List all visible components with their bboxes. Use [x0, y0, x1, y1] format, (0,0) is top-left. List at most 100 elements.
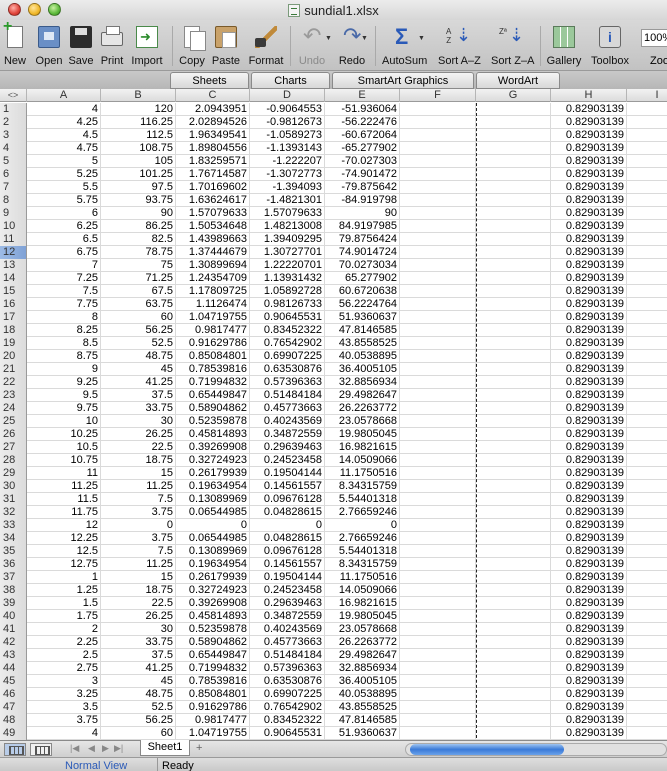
cell-a[interactable]: 4: [27, 727, 101, 740]
cell-c[interactable]: 0.9817477: [176, 714, 250, 727]
cell-c[interactable]: 0.45814893: [176, 428, 250, 441]
cell-e[interactable]: 47.8146585: [325, 324, 400, 337]
cell-h[interactable]: 0.82903139: [551, 155, 627, 168]
row-header[interactable]: 19: [0, 337, 27, 350]
cell-c[interactable]: 1.04719755: [176, 311, 250, 324]
cell-b[interactable]: 15: [101, 571, 176, 584]
cell-a[interactable]: 12: [27, 519, 101, 532]
row-header[interactable]: 31: [0, 493, 27, 506]
cell-h[interactable]: 0.82903139: [551, 636, 627, 649]
cell-g[interactable]: [476, 610, 551, 623]
add-sheet-icon[interactable]: +: [196, 742, 202, 754]
cell-e[interactable]: 16.9821615: [325, 597, 400, 610]
cell-h[interactable]: 0.82903139: [551, 181, 627, 194]
cell-d[interactable]: -0.9064553: [250, 103, 325, 116]
row-header[interactable]: 6: [0, 168, 27, 181]
row-header[interactable]: 28: [0, 454, 27, 467]
cell-c[interactable]: 0.9817477: [176, 324, 250, 337]
cell-a[interactable]: 10.25: [27, 428, 101, 441]
column-header-d[interactable]: D: [250, 89, 325, 102]
cell-c[interactable]: 1.37444679: [176, 246, 250, 259]
cell-g[interactable]: [476, 519, 551, 532]
page-layout-view-button[interactable]: [30, 743, 52, 756]
cell-a[interactable]: 9.5: [27, 389, 101, 402]
cell-h[interactable]: 0.82903139: [551, 584, 627, 597]
row-header[interactable]: 23: [0, 389, 27, 402]
cell-a[interactable]: 9.75: [27, 402, 101, 415]
cell-a[interactable]: 4.5: [27, 129, 101, 142]
cell-c[interactable]: 2.0943951: [176, 103, 250, 116]
cell-i[interactable]: [627, 389, 667, 402]
cell-f[interactable]: [400, 155, 476, 168]
cell-e[interactable]: 11.1750516: [325, 571, 400, 584]
row-header[interactable]: 49: [0, 727, 27, 740]
cell-g[interactable]: [476, 649, 551, 662]
cell-a[interactable]: 2: [27, 623, 101, 636]
cell-f[interactable]: [400, 311, 476, 324]
cell-c[interactable]: 0.52359878: [176, 415, 250, 428]
cell-g[interactable]: [476, 636, 551, 649]
cell-f[interactable]: [400, 402, 476, 415]
cell-g[interactable]: [476, 675, 551, 688]
cell-c[interactable]: 0.06544985: [176, 532, 250, 545]
cell-c[interactable]: 1.30899694: [176, 259, 250, 272]
cell-f[interactable]: [400, 467, 476, 480]
cell-h[interactable]: 0.82903139: [551, 337, 627, 350]
cell-i[interactable]: [627, 324, 667, 337]
cell-f[interactable]: [400, 285, 476, 298]
cell-h[interactable]: 0.82903139: [551, 675, 627, 688]
cell-i[interactable]: [627, 428, 667, 441]
cell-b[interactable]: 63.75: [101, 298, 176, 311]
cell-f[interactable]: [400, 441, 476, 454]
cell-d[interactable]: 0.09676128: [250, 545, 325, 558]
cell-h[interactable]: 0.82903139: [551, 402, 627, 415]
undo-button[interactable]: ▼ Undo: [299, 22, 332, 68]
cell-c[interactable]: 0.19634954: [176, 558, 250, 571]
cell-e[interactable]: 14.0509066: [325, 454, 400, 467]
row-header[interactable]: 24: [0, 402, 27, 415]
tab-sheets[interactable]: Sheets: [170, 72, 249, 89]
cell-b[interactable]: 7.5: [101, 493, 176, 506]
cell-h[interactable]: 0.82903139: [551, 714, 627, 727]
cell-i[interactable]: [627, 714, 667, 727]
cell-e[interactable]: 84.9197985: [325, 220, 400, 233]
cell-h[interactable]: 0.82903139: [551, 168, 627, 181]
format-button[interactable]: Format: [249, 22, 283, 68]
cell-c[interactable]: 0.65449847: [176, 649, 250, 662]
cell-g[interactable]: [476, 285, 551, 298]
cell-b[interactable]: 30: [101, 623, 176, 636]
cell-c[interactable]: 0.45814893: [176, 610, 250, 623]
import-button[interactable]: Import: [131, 22, 163, 68]
cell-d[interactable]: 0.14561557: [250, 480, 325, 493]
cell-i[interactable]: [627, 532, 667, 545]
cell-a[interactable]: 6: [27, 207, 101, 220]
cell-b[interactable]: 11.25: [101, 558, 176, 571]
cell-a[interactable]: 7.75: [27, 298, 101, 311]
cell-i[interactable]: [627, 181, 667, 194]
cell-g[interactable]: [476, 467, 551, 480]
cell-d[interactable]: 1.30727701: [250, 246, 325, 259]
cell-c[interactable]: 0.32724923: [176, 584, 250, 597]
cell-h[interactable]: 0.82903139: [551, 363, 627, 376]
cell-h[interactable]: 0.82903139: [551, 519, 627, 532]
cell-f[interactable]: [400, 116, 476, 129]
cell-b[interactable]: 67.5: [101, 285, 176, 298]
cell-f[interactable]: [400, 324, 476, 337]
cell-f[interactable]: [400, 493, 476, 506]
cell-h[interactable]: 0.82903139: [551, 233, 627, 246]
cell-b[interactable]: 90: [101, 207, 176, 220]
cell-f[interactable]: [400, 233, 476, 246]
cell-c[interactable]: 1.83259571: [176, 155, 250, 168]
cell-h[interactable]: 0.82903139: [551, 454, 627, 467]
cell-c[interactable]: 0.19634954: [176, 480, 250, 493]
cell-d[interactable]: 0.34872559: [250, 610, 325, 623]
row-header[interactable]: 15: [0, 285, 27, 298]
cell-g[interactable]: [476, 558, 551, 571]
cell-g[interactable]: [476, 506, 551, 519]
sort-descending-button[interactable]: Sort Z–A: [491, 22, 534, 68]
cell-f[interactable]: [400, 220, 476, 233]
cell-h[interactable]: 0.82903139: [551, 623, 627, 636]
cell-b[interactable]: 71.25: [101, 272, 176, 285]
last-sheet-arrow-icon[interactable]: ▶|: [114, 743, 123, 754]
cell-f[interactable]: [400, 584, 476, 597]
